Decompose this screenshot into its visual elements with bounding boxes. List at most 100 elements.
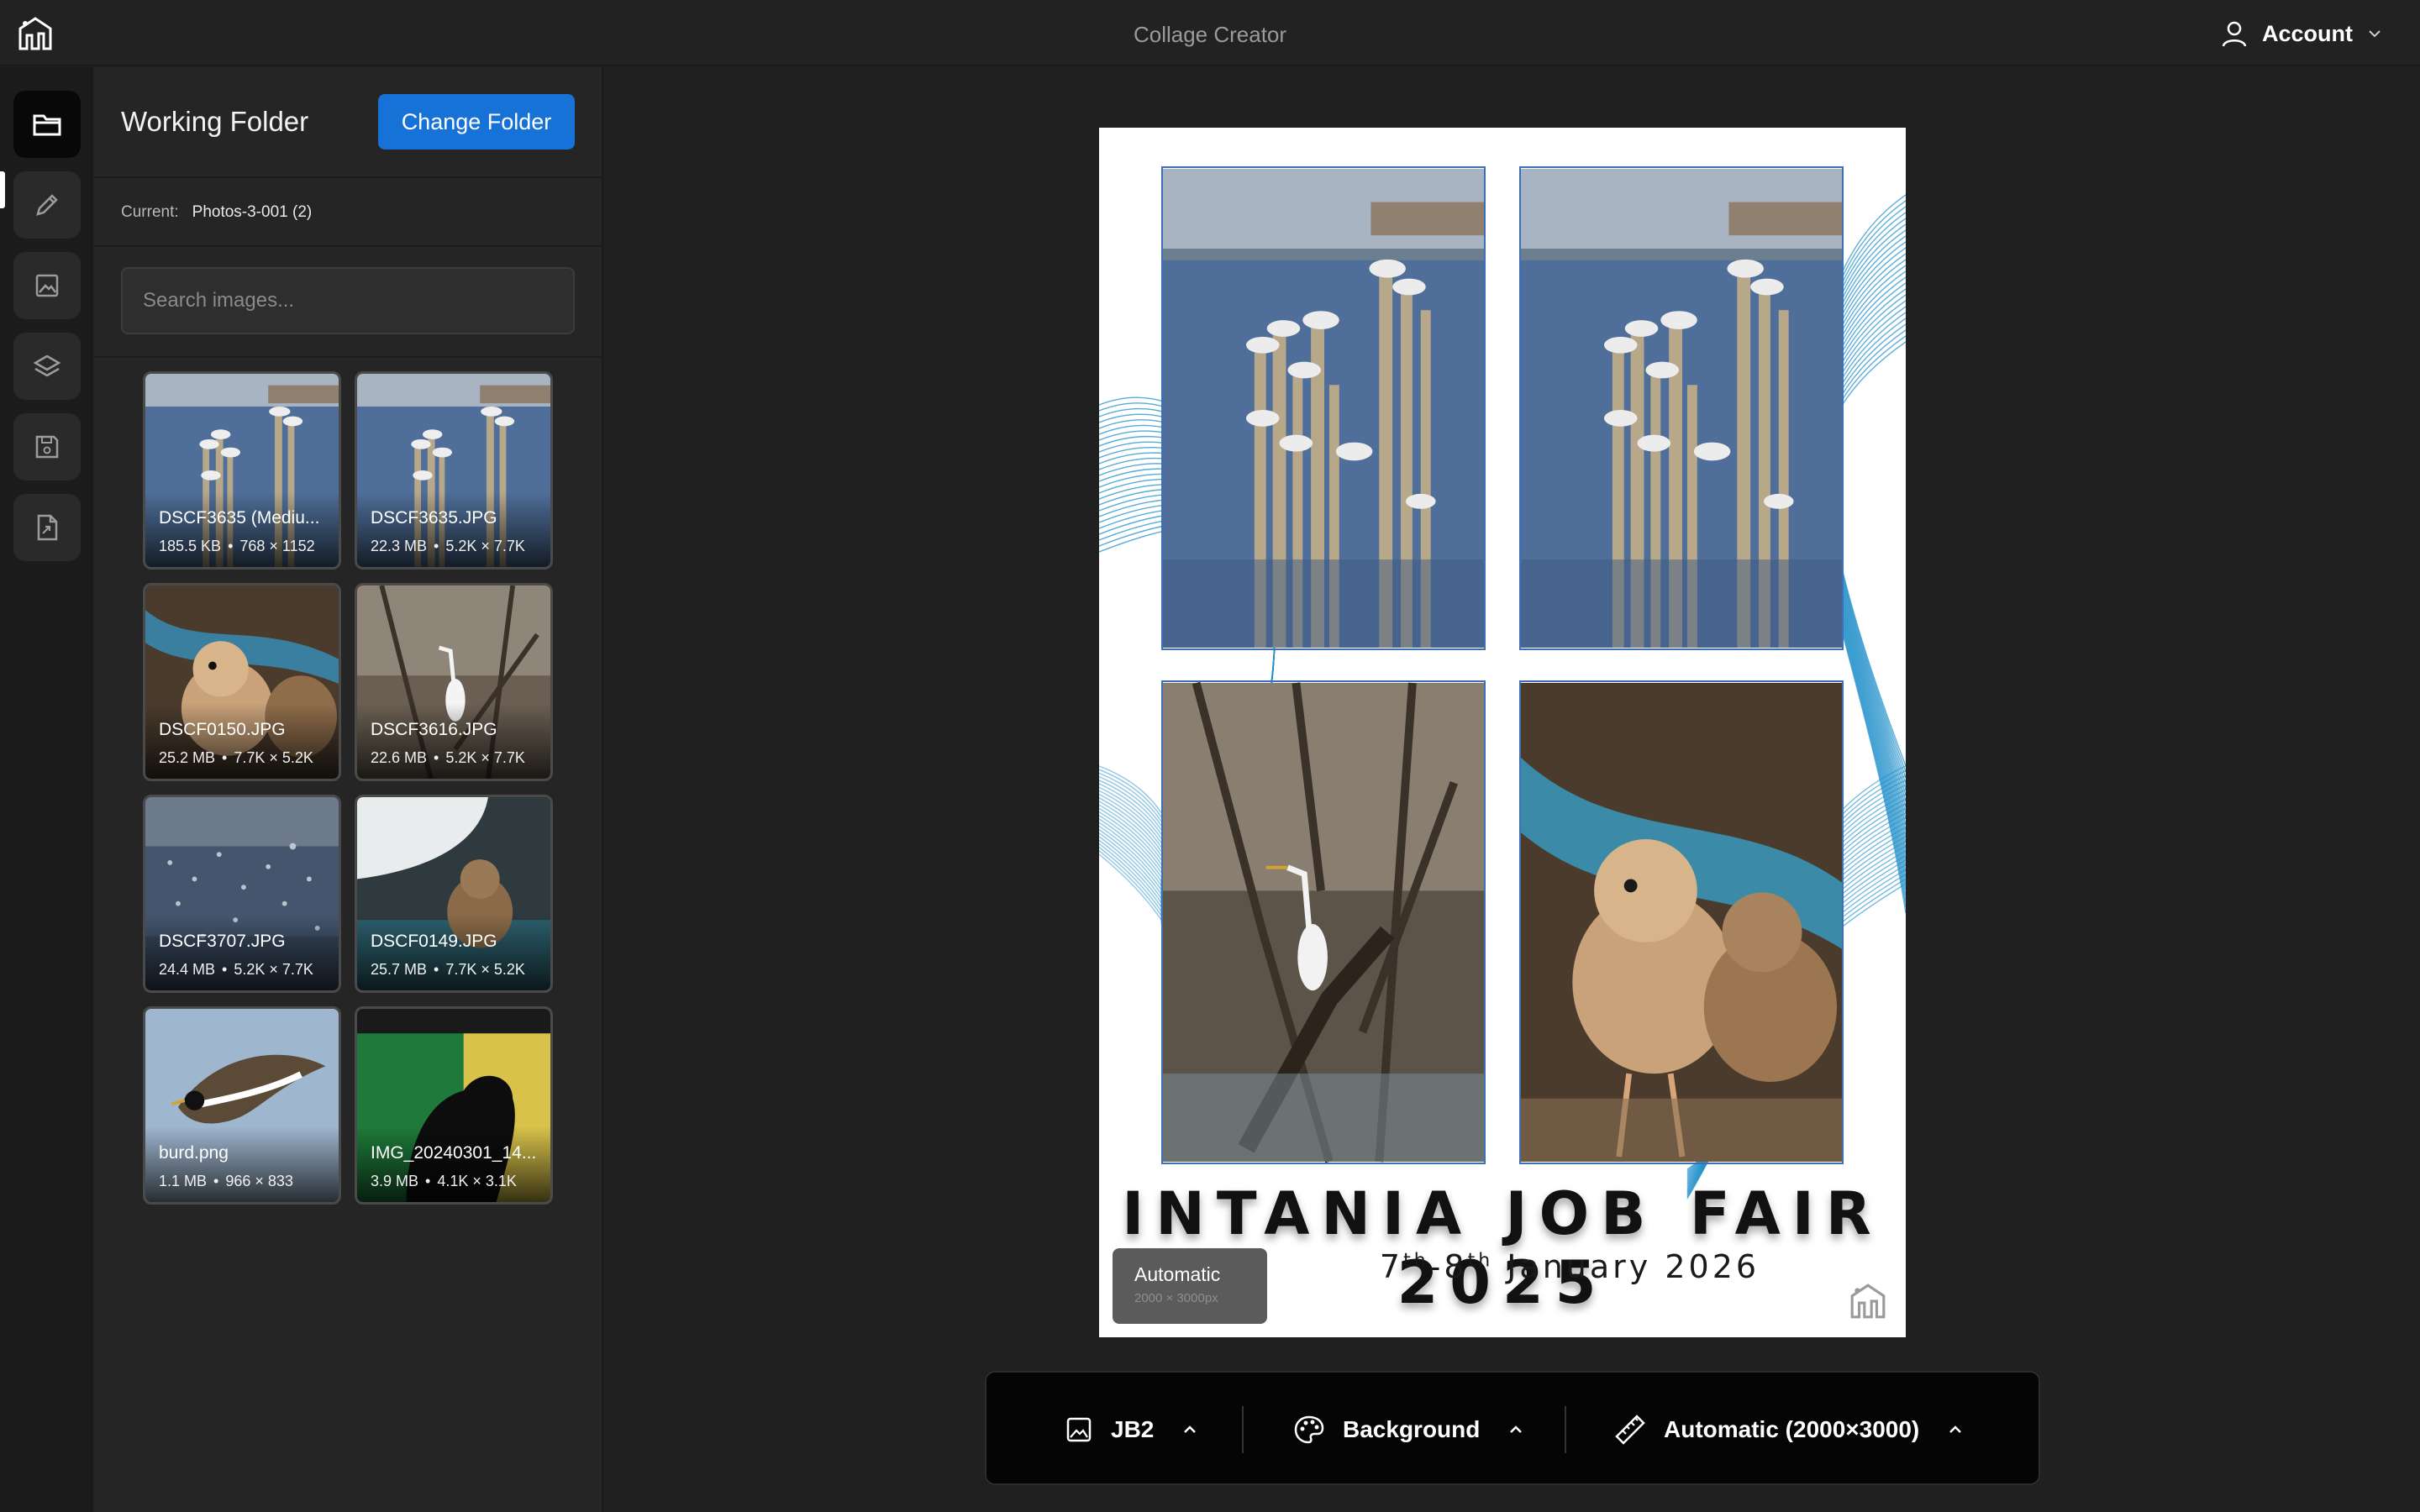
thumbnail-filesize: 22.6 MB — [371, 749, 428, 766]
meta-separator: • — [434, 538, 439, 554]
meta-separator: • — [228, 538, 234, 554]
panel-header: Working Folder Change Folder — [94, 67, 602, 178]
image-thumbnail[interactable]: DSCF0149.JPG 25.7 MB • 7.7K × 5.2K — [355, 795, 553, 993]
meta-separator: • — [222, 749, 228, 766]
meta-separator: • — [425, 1173, 431, 1189]
image-thumbnail[interactable]: DSCF0150.JPG 25.2 MB • 7.7K × 5.2K — [143, 583, 341, 781]
toolbar-divider — [1242, 1406, 1244, 1453]
search-section — [94, 249, 602, 358]
rail-edit-button[interactable] — [13, 171, 81, 239]
rail-image-button[interactable] — [13, 252, 81, 319]
layers-icon — [33, 354, 61, 377]
bottom-toolbar: JB2 Background Automatic (2000×3000) — [985, 1371, 2040, 1485]
date-day2: -8 — [1428, 1248, 1468, 1285]
palette-icon — [1294, 1415, 1324, 1444]
collage-slot-2[interactable] — [1519, 166, 1844, 650]
thumbnail-shade — [145, 491, 339, 567]
app-title: Collage Creator — [1133, 22, 1287, 47]
thumbnail-meta: 25.7 MB • 7.7K × 5.2K — [371, 961, 525, 979]
date-suffix1: th — [1403, 1250, 1429, 1272]
thumbnail-meta: 24.4 MB • 5.2K × 7.7K — [159, 961, 313, 979]
account-menu[interactable]: Account — [2220, 13, 2383, 54]
egret-photo — [1163, 682, 1484, 1163]
poster-logo-icon — [1850, 1284, 1886, 1319]
meta-separator: • — [434, 961, 439, 978]
template-label: JB2 — [1111, 1416, 1155, 1442]
current-label: Current: — [121, 203, 179, 221]
toolbar-divider — [1565, 1406, 1566, 1453]
folder-icon — [33, 114, 61, 136]
collage-slot-4[interactable] — [1519, 680, 1844, 1164]
change-folder-button[interactable]: Change Folder — [378, 94, 575, 150]
thumbnail-dimensions: 966 × 833 — [225, 1173, 293, 1189]
thumbnail-filesize: 24.4 MB — [159, 961, 216, 978]
thumbnail-meta: 25.2 MB • 7.7K × 5.2K — [159, 749, 313, 767]
thumbnail-dimensions: 4.1K × 3.1K — [437, 1173, 517, 1189]
gulls-photo — [1163, 168, 1484, 648]
account-label: Account — [2262, 20, 2353, 46]
thumbnail-shade — [145, 915, 339, 990]
thumbnail-filename: IMG_20240301_14... — [371, 1143, 537, 1163]
chevron-down-icon — [2369, 30, 2381, 38]
gulls-photo — [1521, 168, 1842, 648]
size-selector[interactable]: Automatic (2000×3000) — [1613, 1373, 1965, 1487]
badge-label: Automatic — [1134, 1263, 1221, 1285]
title-bar: Collage Creator Account — [0, 0, 2420, 66]
panel-title: Working Folder — [121, 106, 309, 137]
thumbnail-filename: DSCF3616.JPG — [371, 720, 497, 739]
user-icon — [2222, 21, 2247, 47]
image-thumbnail[interactable]: DSCF3635.JPG 22.3 MB • 5.2K × 7.7K — [355, 371, 553, 570]
ruler-icon — [1615, 1415, 1645, 1445]
template-selector[interactable]: JB2 — [1064, 1373, 1199, 1487]
thumbnail-dimensions: 5.2K × 7.7K — [445, 749, 525, 766]
pencil-icon — [36, 194, 58, 216]
collage-slot-1[interactable] — [1161, 166, 1486, 650]
thumbnail-filesize: 25.7 MB — [371, 961, 428, 978]
thumbnail-filename: DSCF0149.JPG — [371, 932, 497, 951]
collage-slot-3[interactable] — [1161, 680, 1486, 1164]
thumbnail-filesize: 25.2 MB — [159, 749, 216, 766]
thumbnail-shade — [145, 1126, 339, 1202]
date-suffix2: th — [1467, 1250, 1494, 1272]
thumbnail-filename: DSCF3635 (Mediu... — [159, 508, 320, 528]
rail-save-button[interactable] — [13, 413, 81, 480]
thumbnail-dimensions: 5.2K × 7.7K — [234, 961, 313, 978]
poster-date: 7th-8th January 2026 — [1318, 1248, 1822, 1285]
image-thumbnail[interactable]: burd.png 1.1 MB • 966 × 833 — [143, 1006, 341, 1205]
rail-layers-button[interactable] — [13, 333, 81, 400]
thumbnail-filesize: 3.9 MB — [371, 1173, 419, 1189]
image-thumbnail[interactable]: IMG_20240301_14... 3.9 MB • 4.1K × 3.1K — [355, 1006, 553, 1205]
thumbnail-filesize: 185.5 KB — [159, 538, 222, 554]
thumbnail-shade — [357, 703, 550, 779]
meta-separator: • — [434, 749, 439, 766]
thumbnail-dimensions: 7.7K × 5.2K — [234, 749, 313, 766]
save-icon — [35, 435, 59, 459]
image-thumbnail[interactable]: DSCF3635 (Mediu... 185.5 KB • 768 × 1152 — [143, 371, 341, 570]
thumbnail-filename: DSCF0150.JPG — [159, 720, 286, 739]
rail-export-button[interactable] — [13, 494, 81, 561]
image-thumbnail[interactable]: DSCF3616.JPG 22.6 MB • 5.2K × 7.7K — [355, 583, 553, 781]
background-selector[interactable]: Background — [1292, 1373, 1525, 1487]
thumbnail-dimensions: 5.2K × 7.7K — [445, 538, 525, 554]
chevron-up-icon — [1184, 1425, 1197, 1433]
image-thumbnail[interactable]: DSCF3707.JPG 24.4 MB • 5.2K × 7.7K — [143, 795, 341, 993]
image-icon — [1066, 1417, 1092, 1442]
working-folder-panel: Working Folder Change Folder Current: Ph… — [94, 67, 603, 1512]
thumbnail-dimensions: 768 × 1152 — [239, 538, 315, 554]
search-input[interactable] — [121, 267, 575, 334]
tool-rail — [0, 67, 92, 1512]
size-label: Automatic (2000×3000) — [1664, 1416, 1920, 1442]
meta-separator: • — [213, 1173, 219, 1189]
chicks-photo — [1521, 682, 1842, 1163]
current-folder-name: Photos-3-001 (2) — [192, 203, 313, 221]
thumbnail-filesize: 22.3 MB — [371, 538, 428, 554]
thumbnail-filename: DSCF3707.JPG — [159, 932, 286, 951]
thumbnail-shade — [357, 1126, 550, 1202]
active-indicator — [0, 171, 5, 208]
current-folder: Current: Photos-3-001 (2) — [94, 180, 602, 247]
thumbnail-meta: 22.6 MB • 5.2K × 7.7K — [371, 749, 525, 767]
rail-folder-button[interactable] — [13, 91, 81, 158]
thumbnail-filesize: 1.1 MB — [159, 1173, 208, 1189]
collage-canvas[interactable]: INTANIA JOB FAIR 2025 7th-8th January 20… — [1099, 128, 1906, 1337]
date-day1: 7 — [1379, 1248, 1404, 1285]
